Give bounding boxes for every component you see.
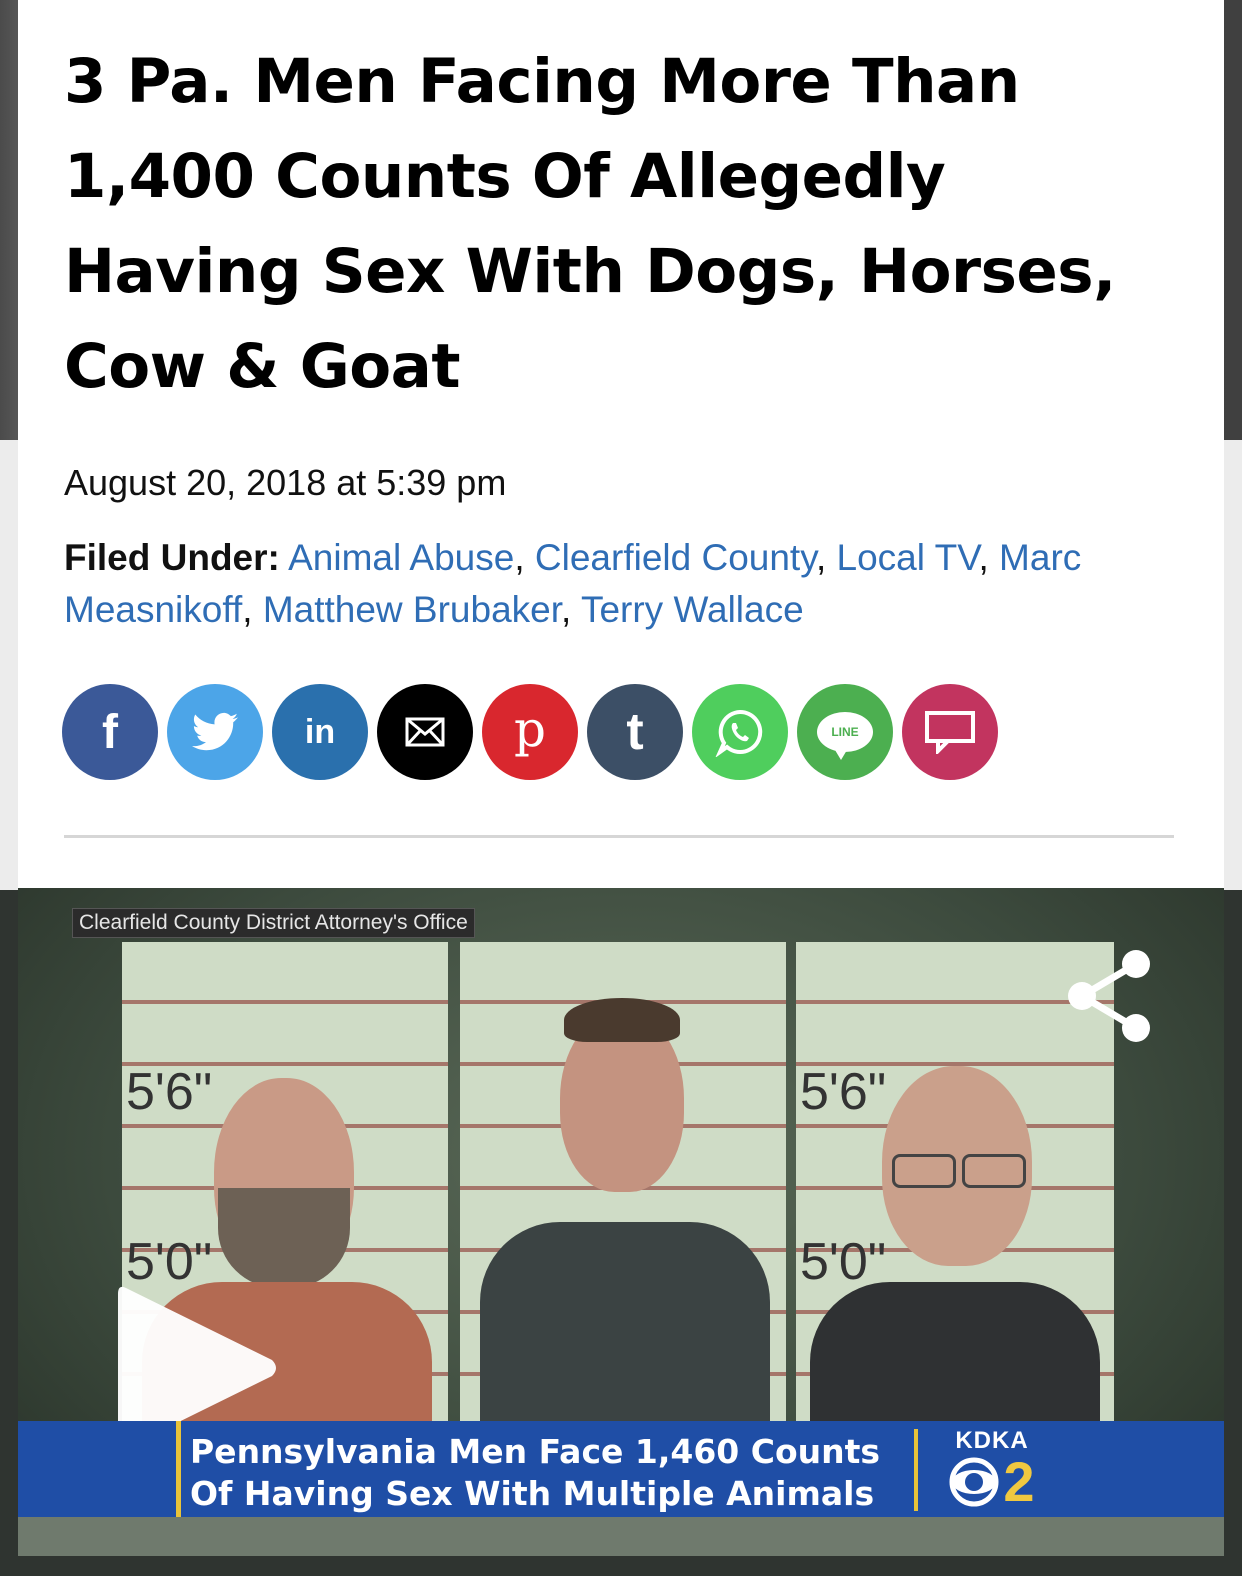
ticker-line-2: Of Having Sex With Multiple Animals — [190, 1474, 875, 1513]
line-share-button[interactable]: LINE — [797, 684, 893, 780]
photo-credit: Clearfield County District Attorney's Of… — [72, 908, 475, 938]
tag-clearfield-county[interactable]: Clearfield County — [535, 537, 816, 578]
facebook-icon: f — [102, 705, 118, 759]
station-logo: KDKA 2 — [932, 1427, 1052, 1513]
article-divider — [64, 835, 1174, 838]
comment-icon — [925, 711, 975, 754]
article-date: August 20, 2018 at 5:39 pm — [64, 462, 507, 503]
tag-local-tv[interactable]: Local TV — [837, 537, 979, 578]
tag-terry-wallace[interactable]: Terry Wallace — [581, 589, 804, 630]
twitter-share-button[interactable] — [167, 684, 263, 780]
whatsapp-share-button[interactable] — [692, 684, 788, 780]
line-icon: LINE — [817, 712, 873, 760]
tag-matthew-brubaker[interactable]: Matthew Brubaker — [263, 589, 561, 630]
video-bottom-strip — [18, 1517, 1224, 1556]
linkedin-share-button[interactable]: in — [272, 684, 368, 780]
whatsapp-icon — [715, 709, 763, 757]
article-card: 3 Pa. Men Facing More Than 1,400 Counts … — [18, 0, 1224, 888]
cbs-eye-icon — [949, 1457, 999, 1507]
tumblr-share-button[interactable]: t — [587, 684, 683, 780]
email-share-button[interactable] — [377, 684, 473, 780]
article-headline: 3 Pa. Men Facing More Than 1,400 Counts … — [64, 46, 1116, 402]
video-player[interactable]: Clearfield County District Attorney's Of… — [18, 888, 1224, 1556]
tumblr-icon: t — [626, 703, 644, 761]
pinterest-share-button[interactable]: p — [482, 684, 578, 780]
comment-share-button[interactable] — [902, 684, 998, 780]
station-channel: 2 — [1003, 1450, 1035, 1513]
height-mark-56: 5'6" — [126, 1063, 213, 1121]
tag-animal-abuse[interactable]: Animal Abuse — [288, 537, 514, 578]
ticker-text: Pennsylvania Men Face 1,460 Counts Of Ha… — [190, 1431, 910, 1515]
ticker-line-1: Pennsylvania Men Face 1,460 Counts — [190, 1432, 881, 1471]
share-icon[interactable] — [1064, 946, 1156, 1046]
news-ticker-banner: Pennsylvania Men Face 1,460 Counts Of Ha… — [18, 1421, 1224, 1517]
linkedin-icon: in — [304, 712, 336, 751]
facebook-share-button[interactable]: f — [62, 684, 158, 780]
filed-under: Filed Under: Animal Abuse, Clearfield Co… — [64, 537, 1082, 630]
mugshot-center — [460, 942, 786, 1422]
mail-icon — [405, 717, 445, 747]
filed-under-label: Filed Under: — [64, 537, 280, 578]
twitter-icon — [192, 712, 238, 751]
pinterest-icon: p — [513, 700, 546, 758]
